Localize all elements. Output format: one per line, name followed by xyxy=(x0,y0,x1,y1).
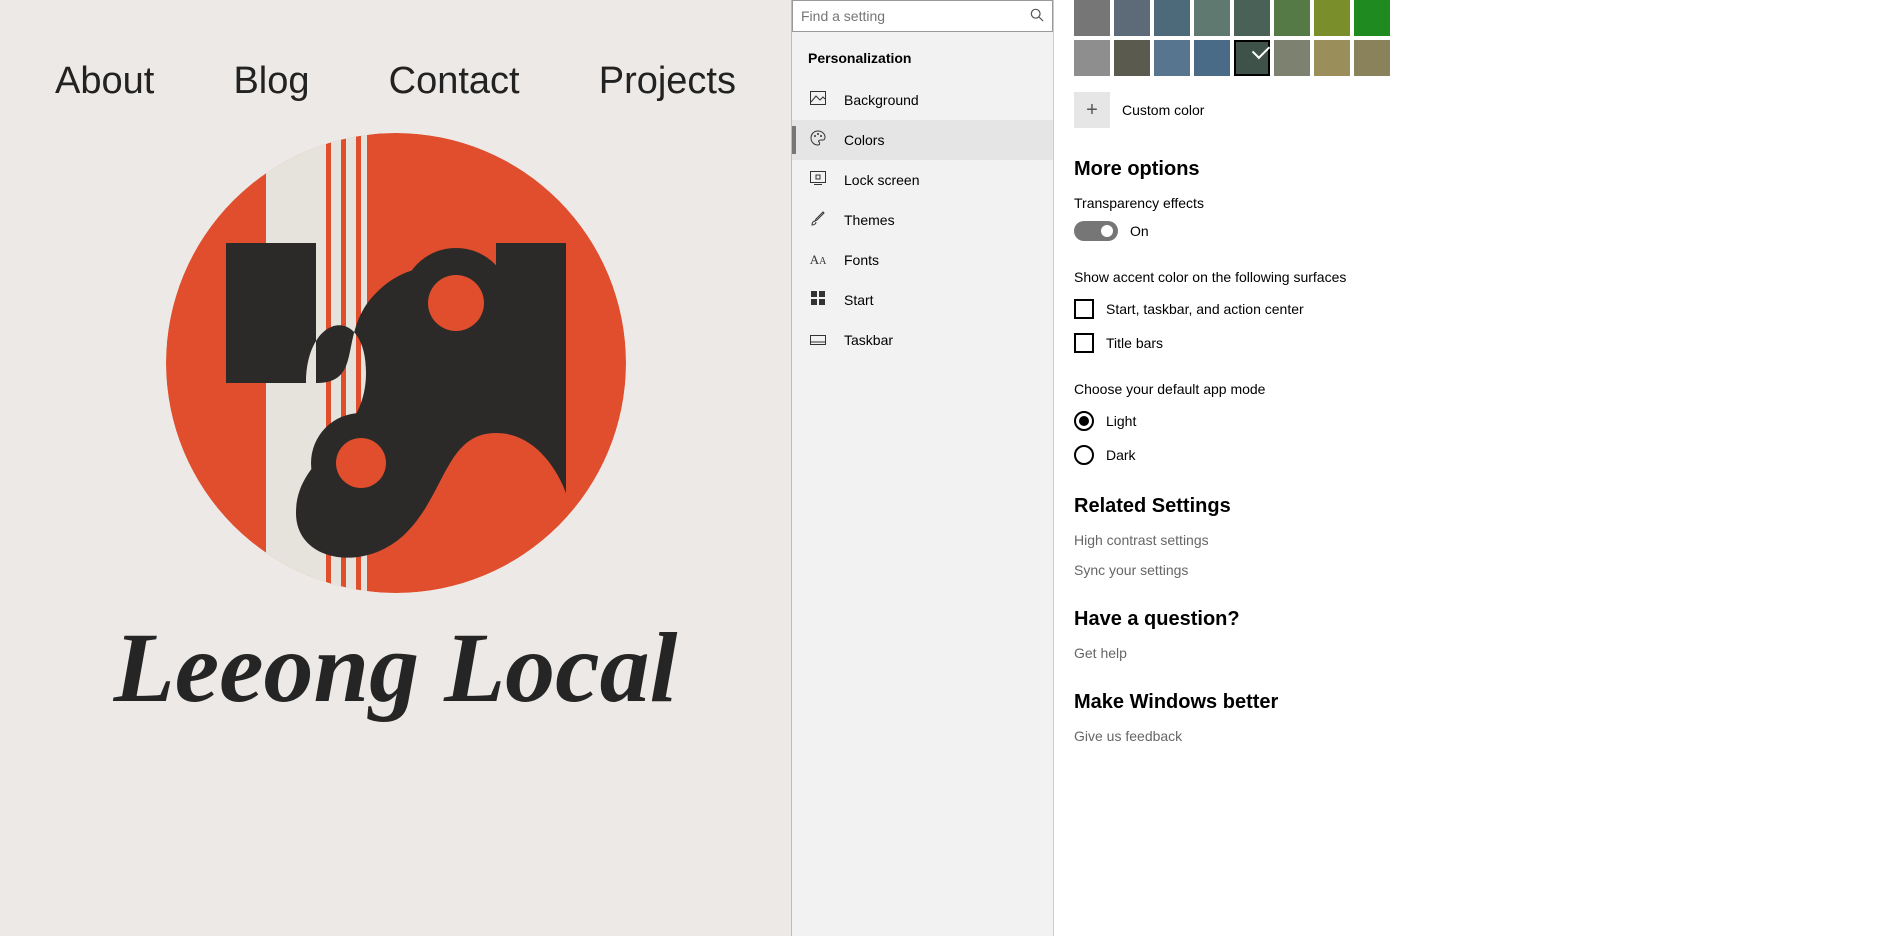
color-swatch[interactable] xyxy=(1074,40,1110,76)
color-swatch[interactable] xyxy=(1154,40,1190,76)
more-options-heading: More options xyxy=(1074,158,1866,181)
color-swatch[interactable] xyxy=(1234,0,1270,36)
sidebar-item-lockscreen[interactable]: Lock screen xyxy=(792,160,1053,200)
color-swatch[interactable] xyxy=(1114,0,1150,36)
question-heading: Have a question? xyxy=(1074,608,1866,631)
nav-blog[interactable]: Blog xyxy=(233,60,309,103)
checkbox-icon xyxy=(1074,333,1094,353)
settings-content-pane: + Custom color More options Transparency… xyxy=(1054,0,1886,936)
sidebar-item-label: Background xyxy=(844,92,919,108)
link-high-contrast[interactable]: High contrast settings xyxy=(1074,532,1866,548)
color-swatch[interactable] xyxy=(1114,40,1150,76)
color-swatch[interactable] xyxy=(1194,0,1230,36)
settings-sidebar: Personalization Background Colors Lock s… xyxy=(792,0,1054,936)
radio-icon xyxy=(1074,445,1094,465)
custom-color-button[interactable]: + xyxy=(1074,92,1110,128)
taskbar-icon xyxy=(808,332,828,349)
font-icon: AA xyxy=(808,252,828,268)
accent-surfaces-label: Show accent color on the following surfa… xyxy=(1074,269,1866,285)
color-swatch[interactable] xyxy=(1074,0,1110,36)
color-swatch-grid xyxy=(1074,0,1866,76)
transparency-state: On xyxy=(1130,223,1149,239)
sidebar-item-colors[interactable]: Colors xyxy=(792,120,1053,160)
link-sync-settings[interactable]: Sync your settings xyxy=(1074,562,1866,578)
website-nav: About Blog Contact Projects xyxy=(40,0,751,103)
sidebar-item-label: Lock screen xyxy=(844,172,919,188)
palette-icon xyxy=(808,130,828,150)
search-settings-input[interactable] xyxy=(801,8,1030,24)
lock-screen-icon xyxy=(808,171,828,189)
color-swatch[interactable] xyxy=(1274,40,1310,76)
sidebar-item-label: Themes xyxy=(844,212,895,228)
checkbox-title-bars[interactable]: Title bars xyxy=(1074,333,1866,353)
color-swatch[interactable] xyxy=(1154,0,1190,36)
radio-light[interactable]: Light xyxy=(1074,411,1866,431)
color-swatch[interactable] xyxy=(1314,0,1350,36)
picture-icon xyxy=(808,91,828,109)
color-swatch[interactable] xyxy=(1194,40,1230,76)
website-preview-pane[interactable]: About Blog Contact Projects xyxy=(0,0,792,936)
checkbox-label: Start, taskbar, and action center xyxy=(1106,301,1304,317)
sidebar-item-label: Start xyxy=(844,292,874,308)
checkbox-icon xyxy=(1074,299,1094,319)
sidebar-item-background[interactable]: Background xyxy=(792,80,1053,120)
search-icon xyxy=(1030,8,1044,25)
color-swatch[interactable] xyxy=(1274,0,1310,36)
nav-projects[interactable]: Projects xyxy=(599,60,736,103)
transparency-label: Transparency effects xyxy=(1074,195,1866,211)
sidebar-item-taskbar[interactable]: Taskbar xyxy=(792,320,1053,360)
sidebar-item-themes[interactable]: Themes xyxy=(792,200,1053,240)
custom-color-label: Custom color xyxy=(1122,102,1204,118)
plus-icon: + xyxy=(1086,99,1098,122)
nav-about[interactable]: About xyxy=(55,60,154,103)
sidebar-item-start[interactable]: Start xyxy=(792,280,1053,320)
sidebar-item-label: Fonts xyxy=(844,252,879,268)
radio-dark[interactable]: Dark xyxy=(1074,445,1866,465)
color-swatch[interactable] xyxy=(1314,40,1350,76)
link-get-help[interactable]: Get help xyxy=(1074,645,1866,661)
brush-icon xyxy=(808,210,828,230)
website-logo xyxy=(40,133,751,598)
better-heading: Make Windows better xyxy=(1074,691,1866,714)
sidebar-item-fonts[interactable]: AA Fonts xyxy=(792,240,1053,280)
search-settings-box[interactable] xyxy=(792,0,1053,32)
radio-label: Dark xyxy=(1106,447,1136,463)
app-mode-label: Choose your default app mode xyxy=(1074,381,1866,397)
color-swatch[interactable] xyxy=(1234,40,1270,76)
transparency-toggle[interactable] xyxy=(1074,221,1118,241)
color-swatch[interactable] xyxy=(1354,40,1390,76)
sidebar-item-label: Taskbar xyxy=(844,332,893,348)
related-settings-heading: Related Settings xyxy=(1074,495,1866,518)
link-give-feedback[interactable]: Give us feedback xyxy=(1074,728,1866,744)
checkbox-start-taskbar[interactable]: Start, taskbar, and action center xyxy=(1074,299,1866,319)
radio-icon xyxy=(1074,411,1094,431)
radio-label: Light xyxy=(1106,413,1136,429)
website-title: Leeong Local xyxy=(40,618,751,718)
checkbox-label: Title bars xyxy=(1106,335,1163,351)
sidebar-section-title: Personalization xyxy=(792,50,1053,80)
start-icon xyxy=(808,291,828,309)
sidebar-item-label: Colors xyxy=(844,132,884,148)
color-swatch[interactable] xyxy=(1354,0,1390,36)
nav-contact[interactable]: Contact xyxy=(389,60,520,103)
